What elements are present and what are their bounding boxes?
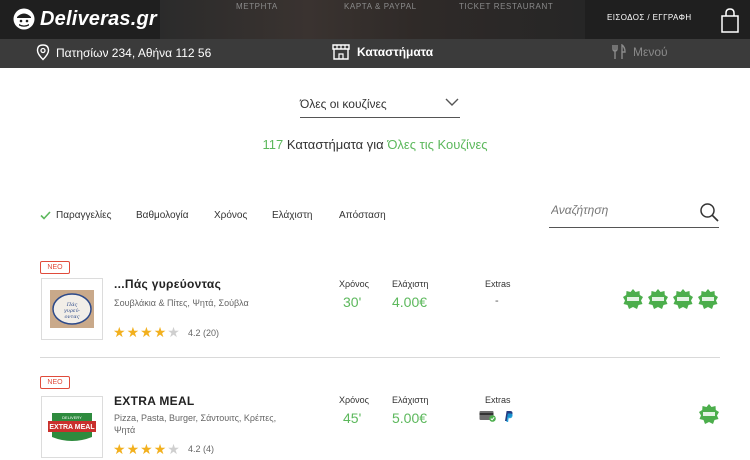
star-filled-icon: ★: [153, 441, 167, 457]
sort-time[interactable]: Χρόνος: [214, 210, 247, 221]
star-filled-icon: ★: [126, 324, 140, 340]
store-name[interactable]: EXTRA MEAL: [114, 394, 195, 408]
search-input[interactable]: [551, 203, 691, 217]
star-empty-icon: ★: [167, 324, 180, 340]
store-logo: Πάς γυρεύ- οντας: [41, 278, 103, 340]
store-count-summary: 117 Καταστήματα για Όλες τις Κουζίνες: [0, 137, 750, 152]
minimum-order: 5.00€: [392, 410, 428, 426]
minimum-label: Ελάχιστη: [392, 279, 429, 289]
store-card[interactable]: ΝΕΟ EXTRA MEAL DELIVERY EXTRA MEAL Pizza…: [40, 376, 720, 460]
sort-orders-label: Παραγγελίες: [56, 210, 112, 221]
login-register-link[interactable]: ΕΙΣΟΔΟΣ / ΕΓΓΡΑΦΗ: [607, 13, 692, 22]
minimum-label: Ελάχιστη: [392, 395, 429, 405]
cuisine-selected-value: Όλες οι κουζίνες: [300, 97, 387, 111]
time-label: Χρόνος: [339, 279, 369, 289]
sort-minimum[interactable]: Ελάχιστη: [272, 210, 312, 221]
delivery-time: 30': [343, 294, 362, 310]
cuisine-filter-text: Όλες τις Κουζίνες: [387, 137, 488, 152]
store-categories: Pizza, Pasta, Burger, Σάντουιτς, Κρέπες,…: [114, 413, 277, 435]
star-filled-icon: ★: [140, 441, 153, 457]
new-badge: ΝΕΟ: [40, 376, 70, 389]
star-filled-icon: ★: [140, 324, 153, 340]
stores-tab-label: Καταστήματα: [357, 45, 434, 59]
paypal-icon: [505, 411, 513, 422]
star-filled-icon: ★: [113, 441, 126, 457]
sort-time-label: Χρόνος: [214, 210, 248, 221]
extras-label: Extras: [485, 279, 511, 289]
payment-tab-ticket: TICKET RESTAURANT: [459, 2, 554, 11]
rating-value: 4.2 (4): [188, 444, 215, 454]
chevron-down-icon: [445, 98, 459, 106]
store-logo-name: EXTRA MEAL: [49, 424, 95, 431]
new-badge: ΝΕΟ: [40, 261, 70, 274]
menu-tab-label: Μενού: [633, 45, 668, 59]
star-filled-icon: ★: [113, 324, 126, 340]
star-empty-icon: ★: [167, 441, 180, 457]
promo-badges: [623, 289, 718, 309]
time-label: Χρόνος: [339, 395, 369, 405]
sort-rating[interactable]: Βαθμολογία: [136, 210, 189, 221]
extras-none: -: [495, 295, 499, 307]
store-count: 117: [262, 137, 284, 152]
sort-orders[interactable]: Παραγγελίες: [40, 210, 111, 221]
store-count-text: Καταστήματα για: [286, 137, 384, 152]
delivery-time: 45': [343, 410, 362, 426]
minimum-order: 4.00€: [392, 294, 428, 310]
rating-stars: ★ ★ ★ ★ ★: [113, 442, 180, 456]
stores-tab[interactable]: Καταστήματα: [332, 44, 433, 60]
store-name[interactable]: ...Πάς γυρεύοντας: [114, 277, 221, 291]
store-logo-image: Πάς γυρεύ- οντας: [50, 290, 94, 328]
extras-label: Extras: [485, 395, 511, 405]
logo-text: Deliveras.gr: [40, 7, 157, 30]
store-logo-tag: DELIVERY: [62, 415, 82, 420]
shopping-bag-icon[interactable]: [720, 8, 740, 33]
menu-tab[interactable]: Μενού: [610, 44, 668, 60]
offer-badge-icon: [699, 404, 719, 424]
payment-tab-card-paypal: ΚΑΡΤΑ & PAYPAL: [344, 2, 417, 11]
card-payment-icon: [479, 411, 496, 422]
search-box: [549, 198, 719, 228]
delivery-man-icon: [13, 8, 35, 30]
sort-distance[interactable]: Απόσταση: [339, 210, 386, 221]
star-filled-icon: ★: [126, 441, 140, 457]
store-categories: Σουβλάκια & Πίτες, Ψητά, Σούβλα: [114, 298, 249, 308]
offer-badge-icon: [623, 289, 643, 309]
search-icon[interactable]: [699, 202, 719, 222]
sort-rating-label: Βαθμολογία: [136, 210, 189, 221]
payment-tab-cash: ΜΕΤΡΗΤΑ: [236, 2, 278, 11]
address-text: Πατησίων 234, Αθήνα 112 56: [56, 45, 212, 60]
rating-stars: ★ ★ ★ ★ ★: [113, 325, 180, 339]
star-filled-icon: ★: [153, 324, 167, 340]
offer-badge-icon: [698, 289, 718, 309]
top-header: Deliveras.gr ΜΕΤΡΗΤΑ ΚΑΡΤΑ & PAYPAL TICK…: [0, 0, 750, 39]
location-pin-icon: [36, 44, 50, 61]
delivery-address[interactable]: Πατησίων 234, Αθήνα 112 56: [36, 44, 211, 61]
store-logo-line3: οντας: [65, 314, 80, 320]
sort-minimum-label: Ελάχιστη: [272, 210, 313, 221]
logo[interactable]: Deliveras.gr: [13, 6, 157, 32]
cuisine-dropdown[interactable]: Όλες οι κουζίνες: [300, 92, 460, 118]
storefront-icon: [332, 44, 350, 60]
store-logo: EXTRA MEAL DELIVERY: [41, 396, 103, 458]
store-card[interactable]: ΝΕΟ Πάς γυρεύ- οντας ...Πάς γυρεύοντας Σ…: [40, 261, 720, 361]
checkmark-icon: [40, 211, 51, 220]
store-logo-line1: Πάς: [66, 301, 78, 308]
store-logo-image: EXTRA MEAL DELIVERY: [48, 413, 96, 441]
row-divider: [40, 357, 720, 358]
promo-badges: [699, 404, 719, 424]
store-logo-line2: γυρεύ-: [64, 307, 81, 314]
cutlery-icon: [612, 44, 626, 59]
rating-value: 4.2 (20): [188, 328, 220, 338]
offer-badge-icon: [648, 289, 668, 309]
offer-badge-icon: [673, 289, 693, 309]
sub-navigation: Πατησίων 234, Αθήνα 112 56 Καταστήματα Μ…: [0, 39, 750, 68]
sort-distance-label: Απόσταση: [339, 210, 386, 221]
